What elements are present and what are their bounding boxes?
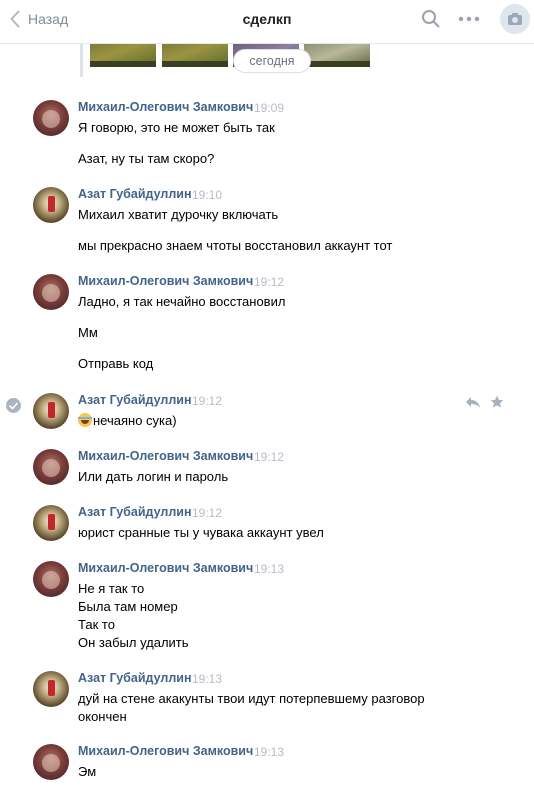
avatar[interactable] (33, 561, 69, 597)
more-icon[interactable] (458, 12, 480, 26)
message-time[interactable]: 19:09 (254, 101, 284, 115)
star-icon[interactable] (490, 395, 504, 409)
message-time[interactable]: 19:10 (192, 188, 222, 202)
avatar[interactable] (33, 187, 69, 223)
date-separator: сегодня (233, 49, 311, 73)
message-text-content: нечаяно сука) (93, 413, 177, 428)
message-text: окончен (78, 709, 127, 724)
author-name[interactable]: Михаил-Олегович Замкович (78, 100, 253, 114)
message-text: юрист сранные ты у чувака аккаунт увел (78, 525, 324, 540)
author-name[interactable]: Азат Губайдуллин (78, 671, 192, 685)
message-text: Михаил хватит дурочку включать (78, 207, 279, 222)
chat-header: Назад сделкп (0, 0, 534, 44)
chat-photo-button[interactable] (500, 4, 530, 34)
back-button[interactable]: Назад (10, 9, 68, 29)
attachment-strip: сегодня (0, 43, 534, 77)
photo-thumbnail[interactable] (304, 43, 370, 67)
author-name[interactable]: Азат Губайдуллин (78, 505, 192, 519)
reply-icon[interactable] (465, 395, 481, 409)
avatar[interactable] (33, 505, 69, 541)
message-text: Эм (78, 764, 97, 779)
message-text: мы прекрасно знаем чтоты восстановил акк… (78, 238, 393, 253)
author-name[interactable]: Михаил-Олегович Замкович (78, 274, 253, 288)
message-text: Я говорю, это не может быть так (78, 120, 275, 135)
back-label: Назад (28, 11, 69, 27)
author-name[interactable]: Азат Губайдуллин (78, 187, 192, 201)
message-text: Или дать логин и пароль (78, 469, 229, 484)
author-name[interactable]: Михаил-Олегович Замкович (78, 449, 253, 463)
message-text: Была там номер (78, 599, 178, 614)
chevron-left-icon (10, 10, 20, 28)
forward-indicator-line (80, 43, 83, 77)
message-time[interactable]: 19:12 (254, 450, 284, 464)
message-time[interactable]: 19:13 (192, 672, 222, 686)
avatar[interactable] (33, 671, 69, 707)
message-text: Ладно, я так нечайно восстановил (78, 294, 286, 309)
search-icon[interactable] (421, 9, 441, 29)
author-name[interactable]: Михаил-Олегович Замкович (78, 744, 253, 758)
avatar[interactable] (33, 393, 69, 429)
message-text: дуй на стене акакунты твои идут потерпев… (78, 691, 425, 706)
message-time[interactable]: 19:13 (254, 745, 284, 759)
message-time[interactable]: 19:12 (254, 275, 284, 289)
message-time[interactable]: 19:12 (192, 394, 222, 408)
message-text: Мм (78, 325, 98, 340)
laughing-emoji-icon (78, 413, 92, 427)
avatar[interactable] (33, 744, 69, 780)
avatar[interactable] (33, 274, 69, 310)
select-message-checkbox[interactable] (6, 398, 21, 413)
message-text: Он забыл удалить (78, 635, 189, 650)
message-time[interactable]: 19:12 (192, 506, 222, 520)
message-text: Не я так то (78, 581, 145, 596)
avatar[interactable] (33, 100, 69, 136)
author-name[interactable]: Михаил-Олегович Замкович (78, 561, 253, 575)
message-text: Так то (78, 617, 115, 632)
message-text: Азат, ну ты там скоро? (78, 151, 215, 166)
author-name[interactable]: Азат Губайдуллин (78, 393, 192, 407)
chat-title: сделкп (242, 11, 292, 27)
avatar[interactable] (33, 449, 69, 485)
photo-thumbnail[interactable] (162, 43, 228, 67)
checkmark-icon (9, 402, 18, 409)
message-time[interactable]: 19:13 (254, 562, 284, 576)
camera-icon (508, 13, 522, 25)
message-text: нечаяно сука) (78, 413, 177, 428)
photo-thumbnail[interactable] (90, 43, 156, 67)
message-text: Отправь код (78, 356, 154, 371)
